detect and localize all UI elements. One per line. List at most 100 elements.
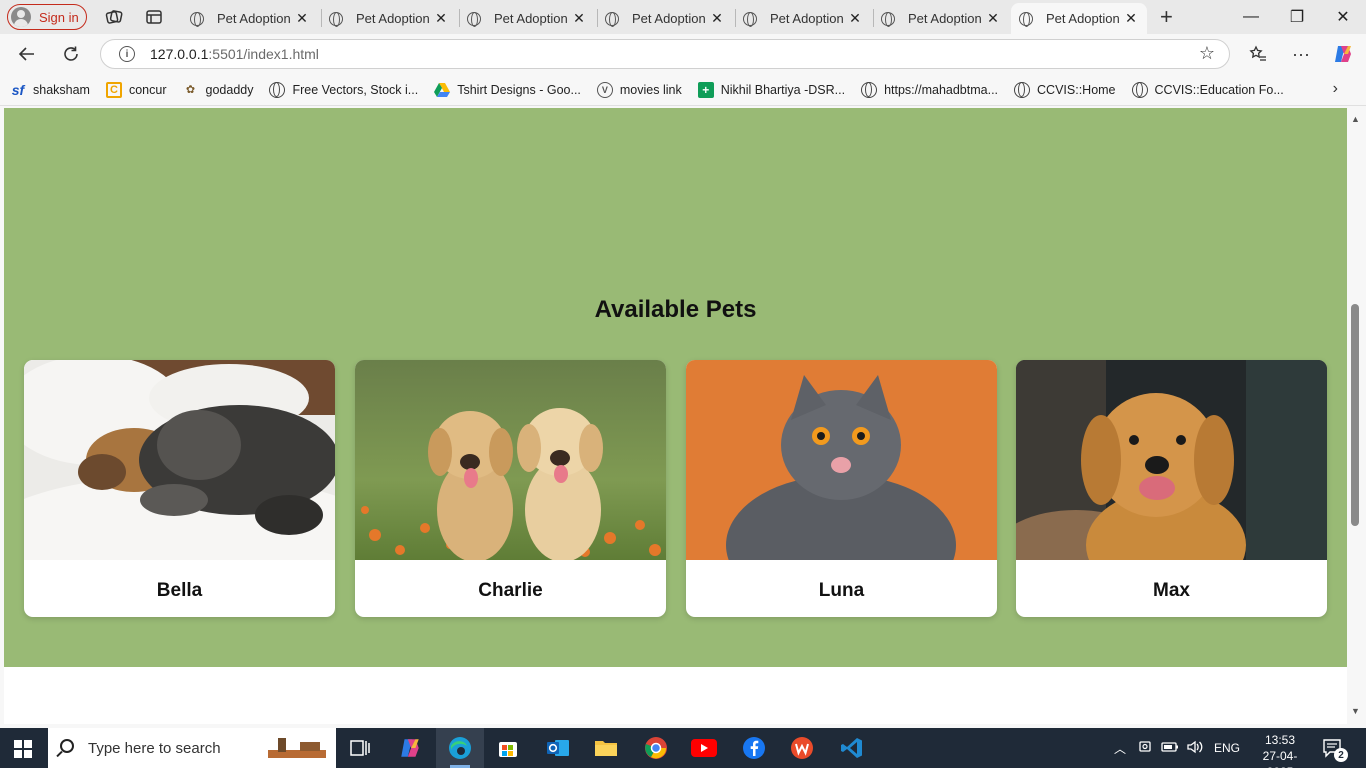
sign-in-button[interactable]: Sign in [7, 4, 87, 30]
bookmark-item[interactable]: + Nikhil Bhartiya -DSR... [697, 81, 845, 98]
pet-photo [1016, 360, 1327, 560]
globe-icon [329, 11, 343, 27]
refresh-icon[interactable] [56, 40, 86, 68]
bookmark-item[interactable]: V movies link [596, 81, 682, 98]
bookmark-item[interactable]: https://mahadbtma... [861, 81, 998, 98]
bookmark-label: concur [128, 82, 167, 97]
close-tab-icon[interactable]: ✕ [847, 10, 863, 27]
browser-tab[interactable]: Pet Adoption L ✕ [321, 3, 457, 34]
scroll-down-icon[interactable]: ▼ [1351, 706, 1360, 716]
close-tab-icon[interactable]: ✕ [571, 10, 587, 27]
battery-icon[interactable] [1161, 740, 1179, 757]
page-scrollbar[interactable]: ▲ ▼ [1347, 108, 1366, 724]
meet-now-icon[interactable] [1138, 740, 1154, 757]
tab-actions-icon[interactable] [141, 4, 167, 30]
close-tab-icon[interactable]: ✕ [1123, 10, 1139, 27]
youtube-app-icon[interactable] [680, 728, 728, 768]
tab-title: Pet Adoption C [494, 11, 571, 26]
taskbar-clock[interactable]: 13:53 27-04-2025 [1252, 732, 1308, 768]
pet-photo [355, 360, 666, 560]
facebook-app-icon[interactable] [730, 728, 778, 768]
pet-photo [24, 360, 335, 560]
windows-taskbar: Type here to search ︿ ENG 13:53 27-04- 2 [0, 728, 1366, 768]
bookmark-label: shaksham [33, 82, 90, 97]
bookmark-label: CCVIS::Education Fo... [1154, 82, 1284, 97]
system-tray: ︿ ENG [1114, 728, 1240, 768]
bookmark-item[interactable]: ✿ godaddy [183, 82, 254, 98]
bookmark-item[interactable]: CCVIS::Education Fo... [1131, 81, 1284, 98]
address-bar[interactable]: i 127.0.0.1:5501/index1.html ☆ [100, 39, 1230, 69]
edge-app-icon[interactable] [436, 728, 484, 768]
chevron-right-icon[interactable]: › [1333, 80, 1338, 98]
tab-title: Pet Adoption L [217, 11, 294, 26]
bookmark-label: Tshirt Designs - Goo... [457, 82, 581, 97]
search-highlight-icon [268, 738, 326, 758]
browser-tab[interactable]: Pet Adoption C ✕ [597, 3, 733, 34]
new-tab-icon[interactable]: + [1160, 4, 1173, 30]
wps-office-icon[interactable] [778, 728, 826, 768]
back-arrow-icon[interactable] [12, 40, 42, 68]
windows-start-icon[interactable] [14, 740, 32, 758]
close-tab-icon[interactable]: ✕ [294, 10, 310, 27]
chrome-app-icon[interactable] [632, 728, 680, 768]
search-icon [60, 739, 74, 753]
godaddy-icon: ✿ [185, 84, 196, 96]
chevron-up-icon[interactable]: ︿ [1114, 740, 1130, 757]
taskbar-search-box[interactable]: Type here to search [48, 728, 336, 768]
browser-tab[interactable]: Pet Adoption L ✕ [182, 3, 318, 34]
close-tab-icon[interactable]: ✕ [985, 10, 1001, 27]
outlook-app-icon[interactable] [534, 728, 582, 768]
browser-tab[interactable]: Pet Adoption C ✕ [459, 3, 595, 34]
globe-icon [881, 11, 895, 27]
pets-section: Available Pets Bella Charlie Luna Max [4, 108, 1347, 667]
favorites-icon[interactable] [1243, 40, 1273, 68]
language-indicator[interactable]: ENG [1214, 741, 1240, 755]
task-view-icon[interactable] [336, 728, 384, 768]
copilot-app-icon[interactable] [386, 728, 434, 768]
pet-card-charlie[interactable]: Charlie [355, 360, 666, 617]
restore-icon[interactable]: ❐ [1274, 0, 1320, 34]
globe-icon [743, 11, 757, 27]
movies-icon: V [596, 81, 613, 98]
section-title: Available Pets [594, 296, 757, 323]
bookmark-item[interactable]: Free Vectors, Stock i... [269, 81, 418, 98]
notification-center-icon[interactable]: 2 [1322, 728, 1348, 768]
more-options-icon[interactable]: ··· [1286, 40, 1316, 68]
url-text: 127.0.0.1:5501/index1.html [150, 46, 319, 62]
bookmark-item[interactable]: C concur [105, 81, 167, 98]
url-host: 127.0.0.1 [150, 46, 209, 62]
favorite-star-icon[interactable]: ☆ [1199, 43, 1215, 64]
bookmark-item[interactable]: CCVIS::Home [1014, 81, 1116, 98]
volume-icon[interactable] [1186, 740, 1204, 757]
tab-title: Pet Adoption C [632, 11, 709, 26]
close-window-icon[interactable]: ✕ [1320, 0, 1366, 34]
site-info-icon[interactable]: i [119, 46, 135, 62]
pet-card-max[interactable]: Max [1016, 360, 1327, 617]
scrollbar-thumb[interactable] [1351, 304, 1359, 526]
sf-icon: sf [11, 81, 25, 98]
url-path: :5501/index1.html [208, 46, 319, 62]
browser-tab-active[interactable]: Pet Adoption C ✕ [1011, 3, 1147, 34]
page-viewport: Available Pets Bella Charlie Luna Max [4, 108, 1347, 724]
clock-date: 27-04-2025 [1262, 749, 1298, 768]
globe-icon [1019, 11, 1033, 27]
scroll-up-icon[interactable]: ▲ [1351, 114, 1360, 124]
close-tab-icon[interactable]: ✕ [709, 10, 725, 27]
taskbar-search-placeholder: Type here to search [88, 739, 221, 757]
browser-tab[interactable]: Pet Adoption C ✕ [873, 3, 1009, 34]
sheets-icon: + [697, 81, 714, 98]
pet-card-luna[interactable]: Luna [686, 360, 997, 617]
drive-icon [434, 82, 451, 98]
minimize-icon[interactable]: — [1228, 0, 1274, 34]
vscode-app-icon[interactable] [828, 728, 876, 768]
pet-card-bella[interactable]: Bella [24, 360, 335, 617]
store-app-icon[interactable] [484, 728, 532, 768]
bookmark-item[interactable]: Tshirt Designs - Goo... [434, 82, 581, 98]
browser-tab[interactable]: Pet Adoption C ✕ [735, 3, 871, 34]
close-tab-icon[interactable]: ✕ [433, 10, 449, 27]
bookmark-item[interactable]: sf shaksham [10, 82, 90, 98]
workspaces-icon[interactable] [101, 4, 127, 30]
pet-photo [686, 360, 997, 560]
copilot-icon[interactable] [1328, 40, 1358, 68]
file-explorer-icon[interactable] [582, 728, 630, 768]
